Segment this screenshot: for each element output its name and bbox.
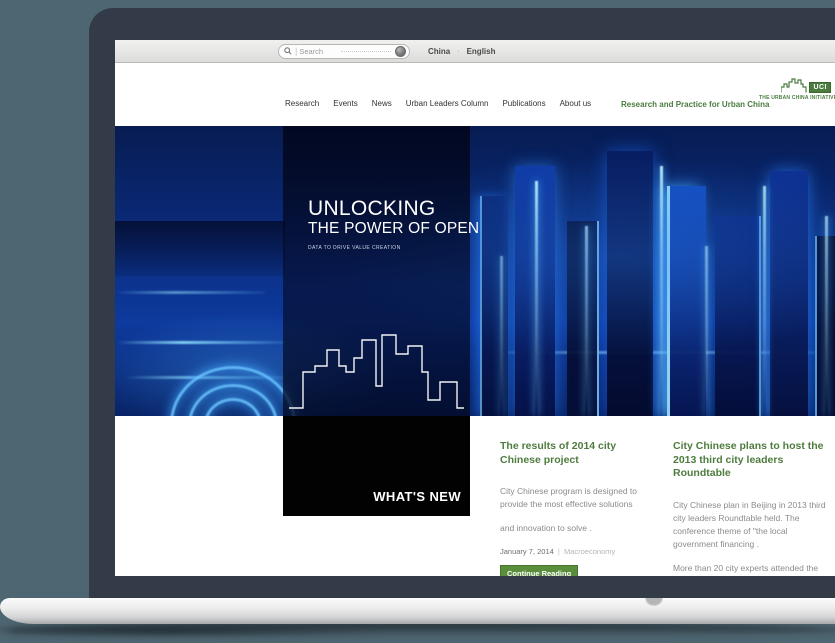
whats-new-panel: WHAT'S NEW xyxy=(283,416,470,516)
nav-item-research[interactable]: Research xyxy=(285,99,319,108)
article-card: The results of 2014 city Chinese project… xyxy=(500,440,658,576)
laptop-base xyxy=(0,598,835,624)
search-icon xyxy=(284,47,292,55)
hero-title-line2: THE POWER OF OPEN xyxy=(308,220,470,238)
nav-item-about-us[interactable]: About us xyxy=(560,99,592,108)
article-excerpt: City Chinese plan in Beijing in 2013 thi… xyxy=(673,499,831,552)
search-dotted-leader xyxy=(341,51,391,52)
search-divider: | xyxy=(295,46,297,56)
article-excerpt: City Chinese program is designed to prov… xyxy=(500,485,658,511)
site-tagline: Research and Practice for Urban China xyxy=(621,100,770,109)
nav-item-events[interactable]: Events xyxy=(333,99,357,108)
meta-separator: | xyxy=(558,547,560,556)
hero-cityscape-art xyxy=(115,126,835,416)
nav-item-news[interactable]: News xyxy=(372,99,392,108)
main-nav: Research Events News Urban Leaders Colum… xyxy=(285,99,591,108)
logo-skyline-icon xyxy=(781,78,808,93)
article-date: January 7, 2014 xyxy=(500,547,554,556)
continue-reading-button[interactable]: Continue Reading xyxy=(500,565,578,576)
search-field[interactable]: | xyxy=(278,44,410,59)
search-input[interactable] xyxy=(299,47,339,56)
browser-viewport: | China · English Research Events News U… xyxy=(115,40,835,576)
article-excerpt: More than 20 city experts attended the m… xyxy=(673,562,831,576)
article-title-link[interactable]: The results of 2014 city Chinese project xyxy=(500,440,658,467)
uci-logo[interactable]: UCI THE URBAN CHINA INITIATIVE xyxy=(759,78,831,101)
laptop-lid-notch xyxy=(645,598,663,606)
whats-new-section: WHAT'S NEW The results of 2014 city Chin… xyxy=(115,416,835,576)
browser-toolbar: | China · English xyxy=(115,40,835,63)
search-go-button[interactable] xyxy=(395,46,406,57)
article-category-link[interactable]: Macroeconomy xyxy=(564,547,615,556)
article-card: City Chinese plans to host the 2013 thir… xyxy=(673,440,831,576)
article-excerpt: and innovation to solve . xyxy=(500,522,658,535)
lang-separator: · xyxy=(457,48,459,55)
article-title-link[interactable]: City Chinese plans to host the 2013 thir… xyxy=(673,440,831,481)
hero-banner: UNLOCKING THE POWER OF OPEN DATA TO DRIV… xyxy=(115,126,835,416)
hero-glow-overlay xyxy=(115,126,835,416)
logo-acronym: UCI xyxy=(809,82,831,93)
lang-china-link[interactable]: China xyxy=(428,47,450,56)
language-switcher: China · English xyxy=(428,47,495,56)
hero-feature-panel: UNLOCKING THE POWER OF OPEN DATA TO DRIV… xyxy=(283,126,470,416)
whats-new-heading: WHAT'S NEW xyxy=(373,489,461,504)
laptop-shadow-left xyxy=(10,626,390,638)
lang-english-link[interactable]: English xyxy=(467,47,496,56)
skyline-line-art xyxy=(289,330,464,410)
logo-name: THE URBAN CHINA INITIATIVE xyxy=(759,95,831,101)
news-article-list: The results of 2014 city Chinese project… xyxy=(500,440,831,576)
hero-title-line1: UNLOCKING xyxy=(308,198,470,220)
nav-item-urban-leaders-column[interactable]: Urban Leaders Column xyxy=(406,99,489,108)
nav-item-publications[interactable]: Publications xyxy=(502,99,545,108)
laptop-mockup-scene: | China · English Research Events News U… xyxy=(0,0,835,643)
site-header: Research Events News Urban Leaders Colum… xyxy=(115,63,835,126)
article-meta: January 7, 2014 | Macroeconomy xyxy=(500,547,658,556)
hero-subtitle: DATA TO DRIVE VALUE CREATION xyxy=(308,245,470,251)
